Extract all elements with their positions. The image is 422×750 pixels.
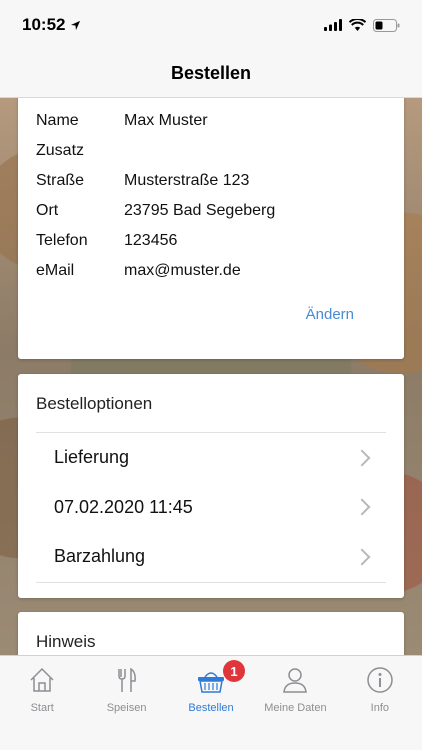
page-title: Bestellen	[170, 63, 252, 83]
chevron-right-icon	[353, 498, 371, 516]
tab-bar: Start Speisen 1 Bestellen Meine Daten In…	[0, 655, 422, 750]
tab-label: Bestellen	[188, 702, 234, 714]
address-label: Ort	[36, 202, 59, 219]
order-options-card: Bestelloptionen Lieferung 07.02.2020 11:…	[18, 374, 404, 598]
note-card: Hinweis	[18, 612, 404, 655]
address-label: eMail	[36, 262, 75, 279]
order-options-title: Bestelloptionen	[36, 394, 153, 413]
user-icon	[279, 664, 311, 696]
chevron-right-icon	[353, 449, 371, 467]
signal-icon	[324, 19, 342, 31]
address-label: Telefon	[36, 232, 88, 249]
option-label: Barzahlung	[54, 546, 146, 567]
order-options-list: Lieferung 07.02.2020 11:45 Barzahlung	[36, 432, 386, 583]
battery-icon	[373, 18, 400, 32]
tab-info[interactable]: Info	[338, 656, 422, 750]
address-value: 23795 Bad Segeberg	[124, 202, 276, 219]
time-label: 10:52	[22, 15, 66, 34]
option-label: Lieferung	[54, 447, 130, 468]
tab-bestellen[interactable]: 1 Bestellen	[169, 656, 253, 750]
address-label: Name	[36, 112, 79, 129]
option-delivery[interactable]: Lieferung	[36, 433, 386, 483]
address-row-city: Ort 23795 Bad Segeberg	[36, 202, 275, 220]
cutlery-icon	[111, 664, 143, 696]
tab-label: Meine Daten	[264, 702, 327, 714]
status-icons	[324, 18, 400, 32]
content-area[interactable]: Name Max Muster Zusatz Straße Musterstra…	[0, 98, 422, 655]
tab-start[interactable]: Start	[0, 656, 84, 750]
address-value: Musterstraße 123	[124, 172, 250, 189]
address-value: 123456	[124, 232, 178, 249]
status-bar: 10:52	[0, 0, 422, 50]
address-row-street: Straße Musterstraße 123	[36, 172, 249, 190]
cart-badge: 1	[223, 660, 246, 682]
tab-label: Info	[370, 702, 389, 714]
wifi-icon	[349, 19, 366, 31]
address-label: Zusatz	[36, 142, 85, 159]
chevron-right-icon	[353, 548, 371, 566]
tab-label: Speisen	[106, 702, 147, 714]
location-arrow-icon	[71, 20, 81, 30]
tab-label: Start	[30, 702, 54, 714]
status-time: 10:52	[22, 15, 81, 35]
option-label: 07.02.2020 11:45	[54, 496, 193, 517]
note-title: Hinweis	[36, 632, 96, 651]
address-row-phone: Telefon 123456	[36, 232, 177, 250]
address-value: max@muster.de	[124, 262, 241, 279]
address-label: Straße	[36, 172, 85, 189]
address-row-zusatz: Zusatz	[36, 142, 124, 160]
address-row-name: Name Max Muster	[36, 112, 208, 130]
tab-speisen[interactable]: Speisen	[84, 656, 168, 750]
address-row-email: eMail max@muster.de	[36, 262, 241, 280]
option-datetime[interactable]: 07.02.2020 11:45	[36, 483, 386, 533]
option-payment[interactable]: Barzahlung	[36, 532, 386, 582]
info-icon	[364, 664, 396, 696]
address-value: Max Muster	[124, 112, 208, 129]
address-card: Name Max Muster Zusatz Straße Musterstra…	[18, 98, 404, 359]
home-icon	[26, 664, 58, 696]
navigation-bar: Bestellen	[0, 50, 422, 98]
tab-meine-daten[interactable]: Meine Daten	[253, 656, 337, 750]
change-address-link[interactable]: Ändern	[306, 306, 354, 323]
